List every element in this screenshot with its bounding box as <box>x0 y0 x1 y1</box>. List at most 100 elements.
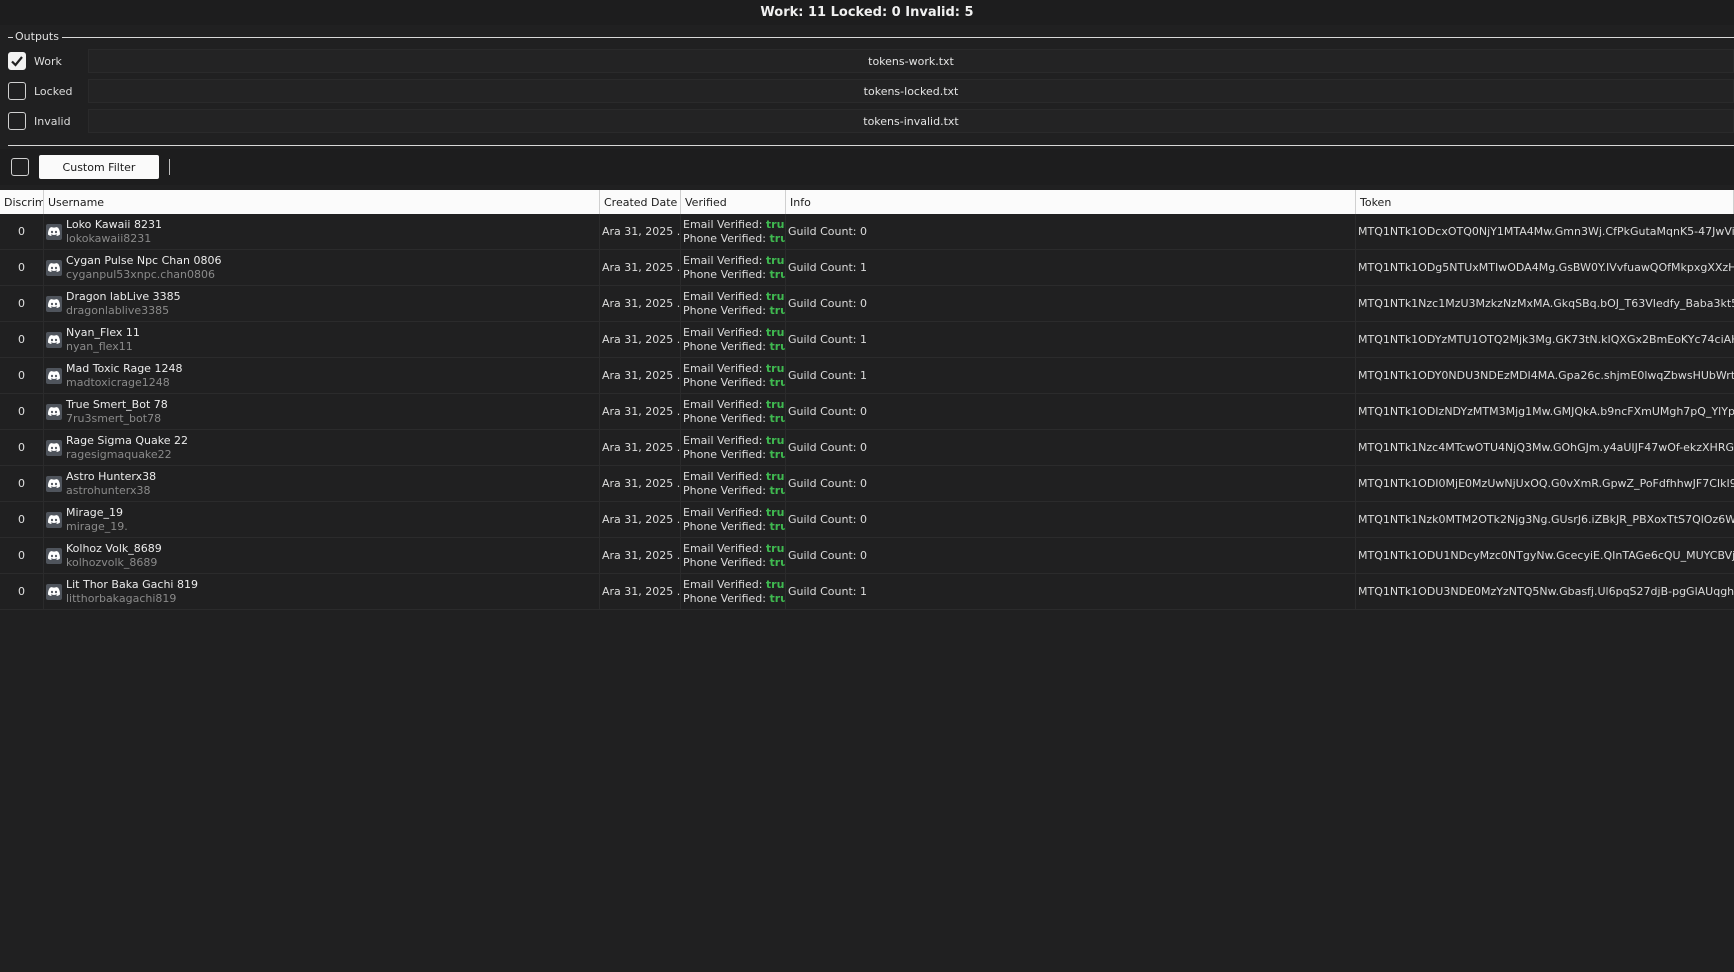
token-cell[interactable]: MTQ1NTk1ODcxOTQ0NjY1MTA4Mw.Gmn3Wj.CfPkGu… <box>1356 214 1734 249</box>
discord-icon <box>46 547 62 564</box>
token-cell[interactable]: MTQ1NTk1Nzc4MTcwOTU4NjQ3Mw.GOhGJm.y4aUIJ… <box>1356 430 1734 465</box>
table-row[interactable]: 0 Nyan_Flex 11 nyan_flex11 Ara 31, 2025 … <box>0 322 1734 358</box>
work-file-field[interactable]: tokens-work.txt <box>88 49 1734 73</box>
summary-text: Work: 11 Locked: 0 Invalid: 5 <box>760 5 974 20</box>
phone-verified-value: true <box>769 267 785 281</box>
custom-filter-checkbox[interactable] <box>11 158 29 176</box>
created-date-cell: Ara 31, 2025 ... <box>600 250 681 285</box>
user-display-name: Dragon labLive 3385 <box>66 289 181 303</box>
table-row[interactable]: 0 Rage Sigma Quake 22 ragesigmaquake22 A… <box>0 430 1734 466</box>
check-icon <box>11 56 23 67</box>
column-header-verified[interactable]: Verified <box>681 190 786 214</box>
created-date-cell: Ara 31, 2025 ... <box>600 574 681 609</box>
token-cell[interactable]: MTQ1NTk1ODY0NDU3NDEzMDI4MA.Gpa26c.shjmE0… <box>1356 358 1734 393</box>
token-cell[interactable]: MTQ1NTk1Nzk0MTM2OTk2Njg3Ng.GUsrJ6.iZBkJR… <box>1356 502 1734 537</box>
phone-verified-line: Phone Verified: true <box>683 447 785 462</box>
table-row[interactable]: 0 Loko Kawaii 8231 lokokawaii8231 Ara 31… <box>0 214 1734 250</box>
user-display-name: Loko Kawaii 8231 <box>66 217 162 231</box>
work-checkbox[interactable] <box>8 52 26 70</box>
token-value: MTQ1NTk1Nzc4MTcwOTU4NjQ3Mw.GOhGJm.y4aUIJ… <box>1358 441 1734 454</box>
invalid-file-field[interactable]: tokens-invalid.txt <box>88 109 1734 133</box>
token-value: MTQ1NTk1Nzk0MTM2OTk2Njg3Ng.GUsrJ6.iZBkJR… <box>1358 513 1734 526</box>
token-value: MTQ1NTk1ODU3NDE0MzYzNTQ5Nw.Gbasfj.Ul6pqS… <box>1358 585 1734 598</box>
created-date-value: Ara 31, 2025 ... <box>602 477 681 490</box>
table-row[interactable]: 0 Mad Toxic Rage 1248 madtoxicrage1248 A… <box>0 358 1734 394</box>
table-row[interactable]: 0 Kolhoz Volk_8689 kolhozvolk_8689 Ara 3… <box>0 538 1734 574</box>
discord-icon <box>46 439 62 456</box>
table-row[interactable]: 0 Mirage_19 mirage_19. Ara 31, 2025 ... … <box>0 502 1734 538</box>
created-date-value: Ara 31, 2025 ... <box>602 297 681 310</box>
username-cell: Lit Thor Baka Gachi 819 litthorbakagachi… <box>44 574 600 609</box>
verified-cell: Email Verified: true Phone Verified: tru… <box>681 538 786 573</box>
token-value: MTQ1NTk1ODY0NDU3NDEzMDI4MA.Gpa26c.shjmE0… <box>1358 369 1734 382</box>
outputs-divider <box>8 145 1734 146</box>
user-display-name: True Smert_Bot 78 <box>66 397 168 411</box>
email-verified-label: Email Verified: <box>683 469 763 483</box>
column-header-username[interactable]: Username <box>44 190 600 214</box>
verified-cell: Email Verified: true Phone Verified: tru… <box>681 394 786 429</box>
guild-count-value: Guild Count: 1 <box>788 585 867 598</box>
locked-label: Locked <box>34 84 73 98</box>
phone-verified-label: Phone Verified: <box>683 339 766 353</box>
user-handle: litthorbakagachi819 <box>66 591 177 605</box>
discrim-cell: 0 <box>0 214 44 249</box>
column-header-token[interactable]: Token <box>1356 190 1734 214</box>
locked-file-field[interactable]: tokens-locked.txt <box>88 79 1734 103</box>
table-row[interactable]: 0 Dragon labLive 3385 dragonlablive3385 … <box>0 286 1734 322</box>
discrim-cell: 0 <box>0 538 44 573</box>
discrim-value: 0 <box>18 441 25 454</box>
email-verified-label: Email Verified: <box>683 433 763 447</box>
info-cell: Guild Count: 1 <box>786 322 1356 357</box>
phone-verified-label: Phone Verified: <box>683 483 766 497</box>
custom-filter-button[interactable]: Custom Filter <box>39 155 159 179</box>
discord-icon <box>46 403 62 420</box>
token-cell[interactable]: MTQ1NTk1ODYzMTU1OTQ2Mjk3Mg.GK73tN.kIQXGx… <box>1356 322 1734 357</box>
phone-verified-line: Phone Verified: true <box>683 231 785 246</box>
discrim-cell: 0 <box>0 250 44 285</box>
phone-verified-line: Phone Verified: true <box>683 412 785 426</box>
invalid-checkbox[interactable] <box>8 112 26 130</box>
output-row-invalid: Invalid tokens-invalid.txt <box>8 108 1734 134</box>
table-header: Discrim Username Created Date Verified I… <box>0 190 1734 214</box>
token-cell[interactable]: MTQ1NTk1ODU1NDcyMzc0NTgyNw.GcecyiE.QInTA… <box>1356 538 1734 573</box>
token-cell[interactable]: MTQ1NTk1ODIzNDYzMTM3Mjg1Mw.GMJQkA.b9ncFX… <box>1356 394 1734 429</box>
discrim-value: 0 <box>18 585 25 598</box>
user-display-name: Mad Toxic Rage 1248 <box>66 361 183 375</box>
table-row[interactable]: 0 Cygan Pulse Npc Chan 0806 cyganpul53xn… <box>0 250 1734 286</box>
guild-count-value: Guild Count: 0 <box>788 549 867 562</box>
filter-input-cursor[interactable] <box>169 159 170 175</box>
phone-verified-label: Phone Verified: <box>683 267 766 281</box>
token-cell[interactable]: MTQ1NTk1ODU3NDE0MzYzNTQ5Nw.Gbasfj.Ul6pqS… <box>1356 574 1734 609</box>
table-row[interactable]: 0 Lit Thor Baka Gachi 819 litthorbakagac… <box>0 574 1734 610</box>
created-date-value: Ara 31, 2025 ... <box>602 513 681 526</box>
discrim-value: 0 <box>18 405 25 418</box>
info-cell: Guild Count: 1 <box>786 250 1356 285</box>
locked-checkbox[interactable] <box>8 82 26 100</box>
phone-verified-value: true <box>769 447 785 461</box>
user-display-name: Rage Sigma Quake 22 <box>66 433 188 447</box>
table-row[interactable]: 0 Astro Hunterx38 astrohunterx38 Ara 31,… <box>0 466 1734 502</box>
email-verified-line: Email Verified: true <box>683 290 785 304</box>
column-header-info[interactable]: Info <box>786 190 1356 214</box>
phone-verified-line: Phone Verified: true <box>683 592 785 606</box>
email-verified-label: Email Verified: <box>683 541 763 555</box>
username-cell: Mad Toxic Rage 1248 madtoxicrage1248 <box>44 358 600 393</box>
token-value: MTQ1NTk1ODcxOTQ0NjY1MTA4Mw.Gmn3Wj.CfPkGu… <box>1358 225 1734 238</box>
username-cell: Dragon labLive 3385 dragonlablive3385 <box>44 286 600 321</box>
token-cell[interactable]: MTQ1NTk1ODg5NTUxMTIwODA4Mg.GsBW0Y.IVvfua… <box>1356 250 1734 285</box>
discord-icon <box>46 259 62 276</box>
token-cell[interactable]: MTQ1NTk1ODI0MjE0MzUwNjUxOQ.G0vXmR.GpwZ_P… <box>1356 466 1734 501</box>
column-header-discrim[interactable]: Discrim <box>0 190 44 214</box>
verified-cell: Email Verified: true Phone Verified: tru… <box>681 214 786 249</box>
created-date-value: Ara 31, 2025 ... <box>602 549 681 562</box>
accounts-table-body: 0 Loko Kawaii 8231 lokokawaii8231 Ara 31… <box>0 214 1734 610</box>
phone-verified-value: true <box>769 375 785 389</box>
username-cell: True Smert_Bot 78 7ru3smert_bot78 <box>44 394 600 429</box>
phone-verified-value: true <box>769 231 785 245</box>
info-cell: Guild Count: 0 <box>786 466 1356 501</box>
guild-count-value: Guild Count: 0 <box>788 405 867 418</box>
table-row[interactable]: 0 True Smert_Bot 78 7ru3smert_bot78 Ara … <box>0 394 1734 430</box>
discrim-cell: 0 <box>0 574 44 609</box>
token-cell[interactable]: MTQ1NTk1Nzc1MzU3MzkzNzMxMA.GkqSBq.bOJ_T6… <box>1356 286 1734 321</box>
column-header-created-date[interactable]: Created Date <box>600 190 681 214</box>
